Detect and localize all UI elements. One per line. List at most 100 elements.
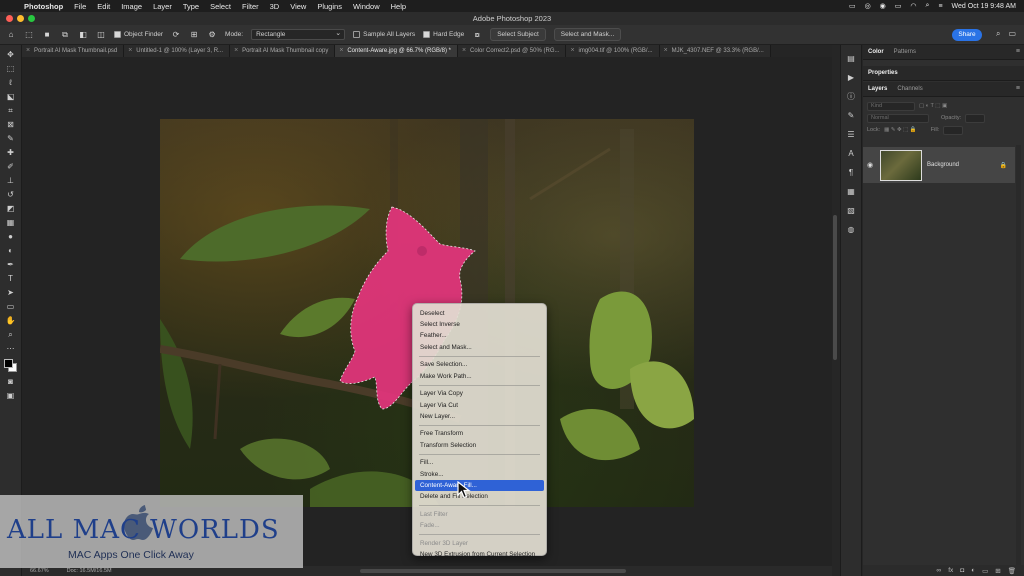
display-icon[interactable]: ▭ <box>849 2 856 10</box>
info-panel-icon[interactable]: ⓘ <box>845 91 857 101</box>
context-menu-item-layer-via-cut[interactable]: Layer Via Cut <box>415 400 544 411</box>
menu-select[interactable]: Select <box>210 2 231 11</box>
filter-icons[interactable]: ▢ ◐ T ⬚ ▣ <box>919 103 947 109</box>
context-menu-item-delete-and-fill-selection[interactable]: Delete and Fill Selection <box>415 491 544 502</box>
clock-label[interactable]: Wed Oct 19 9:48 AM <box>952 3 1016 10</box>
link-layers-icon[interactable]: ∞ <box>937 567 942 574</box>
menu-type[interactable]: Type <box>183 2 199 11</box>
battery-icon[interactable]: ▭ <box>895 2 902 10</box>
context-menu-item-stroke[interactable]: Stroke... <box>415 469 544 480</box>
menu-3d[interactable]: 3D <box>270 2 280 11</box>
layer-visibility-eye-icon[interactable]: ◉ <box>863 161 877 169</box>
context-menu-item-deselect[interactable]: Deselect <box>415 308 544 319</box>
context-menu-item-content-aware-fill[interactable]: Content-Aware Fill... <box>415 479 544 491</box>
context-menu-item-layer-via-copy[interactable]: Layer Via Copy <box>415 388 544 399</box>
type-tool-icon[interactable]: T <box>4 273 18 284</box>
layer-row-background[interactable]: ◉ Background 🔒 <box>863 147 1015 183</box>
character-panel-icon[interactable]: A <box>845 148 857 158</box>
lock-icons[interactable]: ▦ ✎ ✥ ⬚ 🔒 <box>884 127 917 133</box>
context-menu-item-select-and-mask[interactable]: Select and Mask... <box>415 342 544 353</box>
opacity-field[interactable] <box>965 113 986 123</box>
menu-view[interactable]: View <box>290 2 306 11</box>
brush-tool-icon[interactable]: ✐ <box>4 161 18 172</box>
close-window-button[interactable] <box>6 15 13 22</box>
notes-panel-icon[interactable]: ▧ <box>845 205 857 215</box>
select-subject-button[interactable]: Select Subject <box>490 28 546 41</box>
screen-mode-icon[interactable]: ▣ <box>4 390 18 401</box>
workspace-icon[interactable]: ▭ <box>1008 29 1016 39</box>
tab-img004[interactable]: img004.tif @ 100% (RGB/... <box>566 45 660 57</box>
sample-all-layers-checkbox[interactable]: Sample All Layers <box>353 30 415 38</box>
creative-cloud-icon[interactable]: ◎ <box>865 2 871 10</box>
context-menu-item-new-3d-extrusion-from-current-selection[interactable]: New 3D Extrusion from Current Selection <box>415 549 544 560</box>
tab-layers[interactable]: Layers <box>868 86 887 92</box>
layer-kind-filter[interactable]: Kind <box>867 101 915 111</box>
context-menu-item-fill[interactable]: Fill... <box>415 457 544 468</box>
actions-panel-icon[interactable]: ▶ <box>845 72 857 82</box>
object-selection-tool-icon[interactable]: ⬚ <box>24 30 34 40</box>
select-and-mask-button[interactable]: Select and Mask... <box>553 28 622 41</box>
object-selection-tool-icon[interactable]: ⬕ <box>4 91 18 102</box>
color-swatches[interactable] <box>3 359 19 373</box>
wifi-icon[interactable]: ◠ <box>910 2 916 10</box>
context-menu-item-feather[interactable]: Feather... <box>415 330 544 341</box>
menu-file[interactable]: File <box>74 2 86 11</box>
layers-menu-icon[interactable]: ≡ <box>1016 85 1020 92</box>
add-selection-icon[interactable]: ⧉ <box>60 30 70 40</box>
tab-channels[interactable]: Channels <box>897 86 922 92</box>
blend-mode-select[interactable]: Normal <box>867 113 929 123</box>
tab-properties[interactable]: Properties <box>868 70 898 76</box>
tab-color-correct[interactable]: Color Correct2.psd @ 50% (RG... <box>458 45 567 57</box>
new-group-icon[interactable]: ▭ <box>982 567 988 575</box>
search-icon[interactable]: ⌕ <box>996 29 1000 39</box>
crop-tool-icon[interactable]: ⌗ <box>4 105 18 116</box>
hard-edge-checkbox[interactable]: Hard Edge <box>423 30 464 38</box>
menu-image[interactable]: Image <box>121 2 142 11</box>
dodge-tool-icon[interactable]: ◐ <box>4 245 18 256</box>
marquee-tool-icon[interactable]: ⬚ <box>4 63 18 74</box>
eraser-tool-icon[interactable]: ◩ <box>4 203 18 214</box>
tab-content-aware[interactable]: Content-Aware.jpg @ 66.7% (RGB/8) * <box>335 45 459 57</box>
more-tools-icon[interactable]: ⋯ <box>4 343 18 354</box>
history-panel-icon[interactable]: ▤ <box>845 53 857 63</box>
frame-tool-icon[interactable]: ⊠ <box>4 119 18 130</box>
menu-app-name[interactable]: Photoshop <box>24 2 63 11</box>
healing-brush-tool-icon[interactable]: ✚ <box>4 147 18 158</box>
new-selection-icon[interactable]: ■ <box>42 30 52 40</box>
fill-field[interactable] <box>943 125 964 135</box>
cloud-processing-icon[interactable]: ⧇ <box>472 30 482 40</box>
settings-gear-icon[interactable]: ⚙ <box>207 30 217 40</box>
show-all-objects-icon[interactable]: ⊞ <box>189 30 199 40</box>
record-icon[interactable]: ◉ <box>880 2 886 10</box>
refresh-icon[interactable]: ⟳ <box>171 30 181 40</box>
tab-untitled-1[interactable]: Untitled-1 @ 100% (Layer 3, R... <box>124 45 231 57</box>
brush-settings-icon[interactable]: ✎ <box>845 110 857 120</box>
tab-patterns[interactable]: Patterns <box>894 49 916 55</box>
menu-help[interactable]: Help <box>391 2 406 11</box>
add-mask-icon[interactable]: ◘ <box>960 567 964 574</box>
control-center-icon[interactable]: ≡ <box>938 3 942 10</box>
subtract-selection-icon[interactable]: ◧ <box>78 30 88 40</box>
object-finder-toggle[interactable]: Object Finder <box>114 30 163 38</box>
path-selection-tool-icon[interactable]: ➤ <box>4 287 18 298</box>
intersect-selection-icon[interactable]: ◫ <box>96 30 106 40</box>
clone-stamp-tool-icon[interactable]: ⊥ <box>4 175 18 186</box>
context-menu-item-transform-selection[interactable]: Transform Selection <box>415 440 544 451</box>
fx-icon[interactable]: fx <box>948 567 953 574</box>
hand-tool-icon[interactable]: ✋ <box>4 315 18 326</box>
share-button[interactable]: Share <box>952 29 982 41</box>
history-brush-tool-icon[interactable]: ↺ <box>4 189 18 200</box>
tab-mjk-4307[interactable]: MJK_4307.NEF @ 33.3% (RGB/... <box>659 45 771 57</box>
libraries-panel-icon[interactable]: ▦ <box>845 186 857 196</box>
minimize-window-button[interactable] <box>17 15 24 22</box>
vertical-scrollbar[interactable] <box>833 215 837 360</box>
foreground-color-swatch[interactable] <box>3 359 13 368</box>
layers-scrollbar[interactable] <box>1016 145 1021 565</box>
menu-layer[interactable]: Layer <box>153 2 172 11</box>
adjustment-layer-icon[interactable]: ◐ <box>971 567 975 574</box>
menu-plugins[interactable]: Plugins <box>317 2 342 11</box>
context-menu-item-free-transform[interactable]: Free Transform <box>415 428 544 439</box>
zoom-window-button[interactable] <box>28 15 35 22</box>
horizontal-scrollbar[interactable] <box>360 569 626 573</box>
zoom-tool-icon[interactable]: ⌕ <box>4 329 18 340</box>
